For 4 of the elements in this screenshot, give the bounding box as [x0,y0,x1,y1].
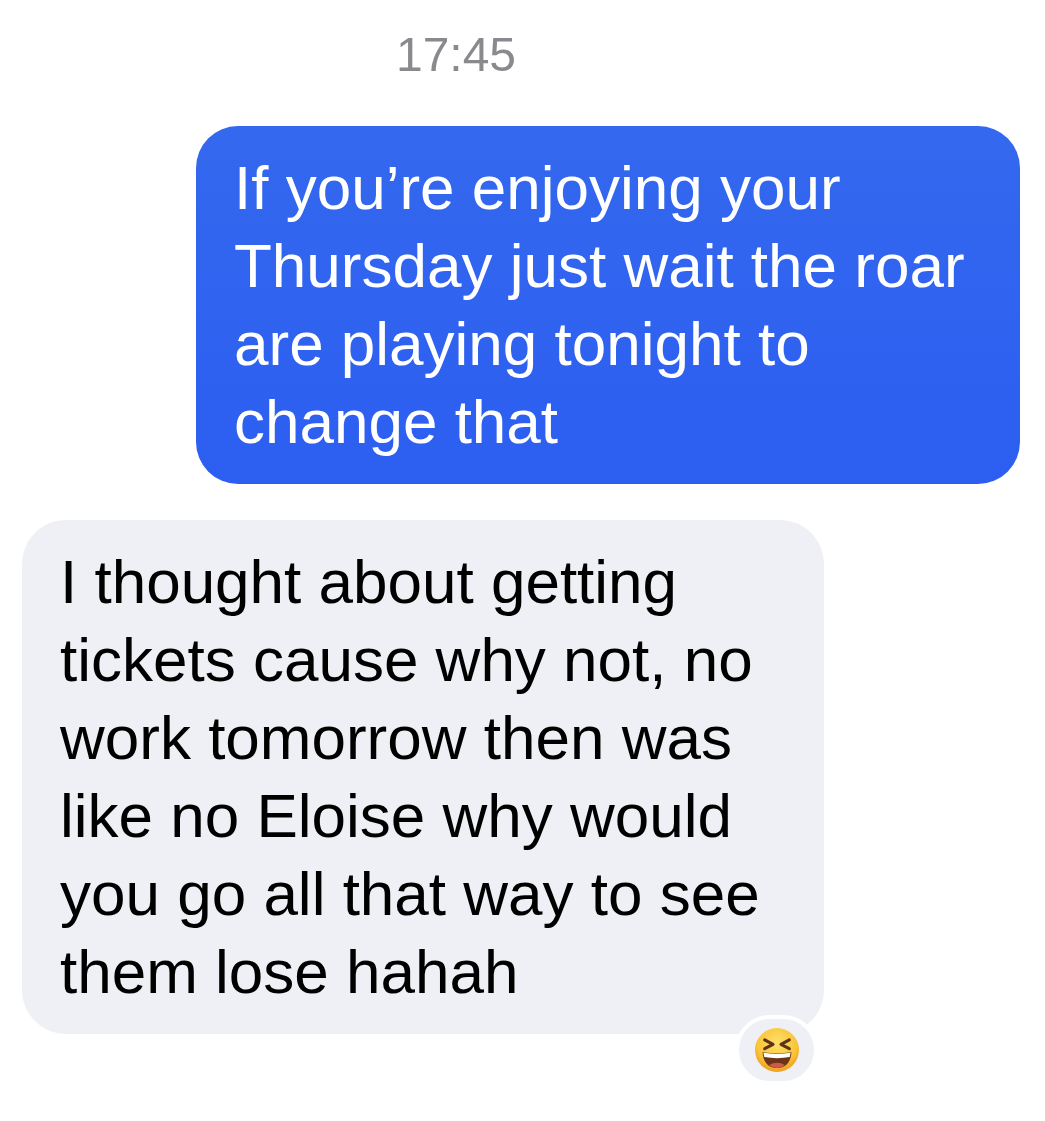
received-message-bubble: I thought about getting tickets cause why not, no work tomorrow then was like no Eloise why would you go all that way to see them lose hahah [22,520,824,1034]
laughing-face-icon [754,1028,799,1072]
sent-message-bubble: If you’re enjoying your Thursday just wait the roar are playing tonight to change that [196,126,1020,484]
timestamp: 17:45 [395,31,517,79]
